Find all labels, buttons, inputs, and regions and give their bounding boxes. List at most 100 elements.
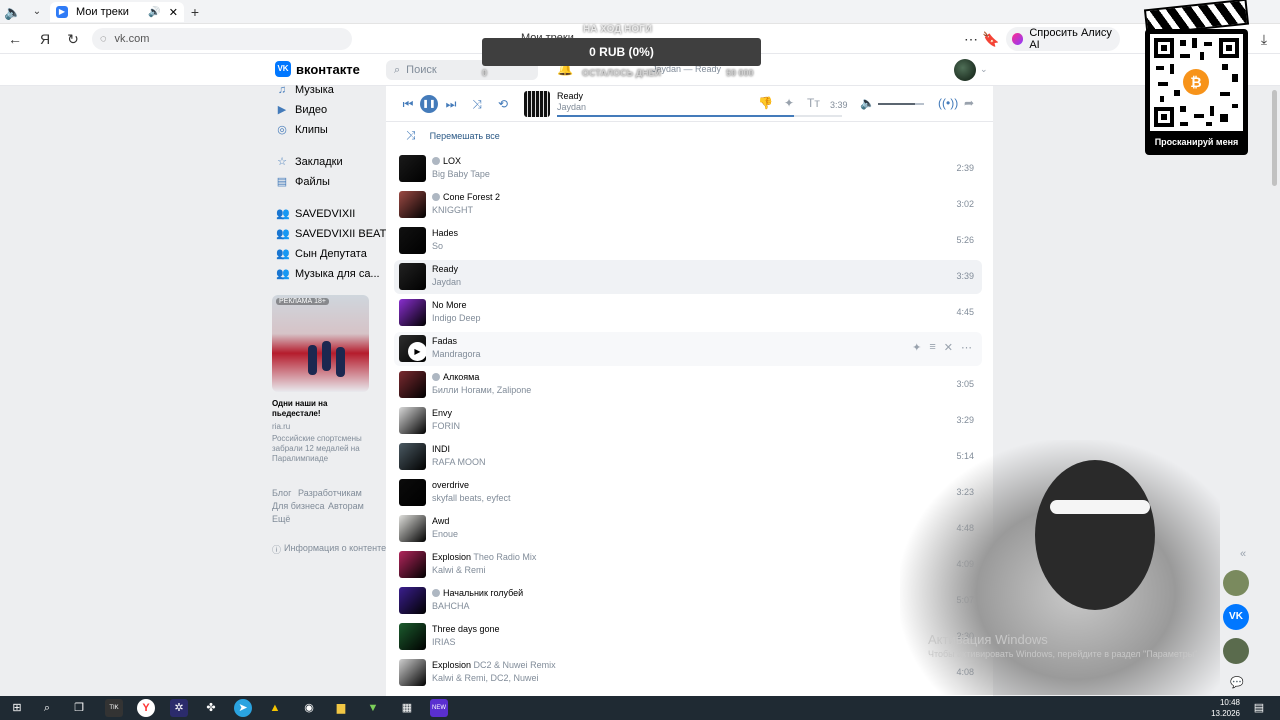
footer-link-more[interactable]: Ещё: [272, 514, 290, 524]
back-icon[interactable]: ←: [6, 30, 24, 48]
now-playing-artist[interactable]: Jaydan: [557, 102, 586, 112]
content-info-link[interactable]: Информация о контенте: [284, 543, 386, 553]
more-icon[interactable]: ⋯: [961, 341, 972, 354]
track-title[interactable]: Envy: [432, 408, 452, 418]
previous-icon[interactable]: ⏮: [400, 96, 416, 112]
track-cover[interactable]: [399, 407, 426, 434]
page-scrollbar[interactable]: [1272, 90, 1277, 186]
sidebar-item[interactable]: 👥 SAVEDVIXII BEATZ: [276, 228, 393, 240]
track-title[interactable]: Cone Forest 2: [443, 192, 500, 202]
progress-bar[interactable]: [557, 115, 842, 117]
track-cover[interactable]: [399, 623, 426, 650]
track-artist[interactable]: Mandragora: [432, 349, 481, 359]
track-row[interactable]: No More Indigo Deep 4:45: [394, 296, 982, 330]
track-row[interactable]: Envy FORIN 3:29: [394, 404, 982, 438]
more-icon[interactable]: ⋯: [962, 30, 980, 48]
now-playing-cover[interactable]: [524, 91, 550, 117]
track-artist[interactable]: skyfall beats, eyfect: [432, 493, 511, 503]
track-cover[interactable]: [399, 371, 426, 398]
ad-title[interactable]: Одни наши на пьедестале!: [272, 399, 369, 419]
fl-studio-icon[interactable]: ✲: [170, 699, 188, 717]
volume-slider[interactable]: [878, 103, 924, 105]
track-row[interactable]: Explosion Theo Radio MixKalwi & Remi4:09: [394, 548, 982, 582]
track-cover[interactable]: [399, 443, 426, 470]
search-icon[interactable]: ⌕: [38, 699, 56, 717]
track-artist[interactable]: So: [432, 241, 443, 251]
track-cover[interactable]: [399, 299, 426, 326]
track-artist[interactable]: Kalwi & Remi: [432, 565, 486, 575]
track-title[interactable]: LOX: [443, 156, 461, 166]
track-row[interactable]: ▶ Fadas Mandragora ✦ ≡ ✕ ⋯: [394, 332, 982, 366]
track-row[interactable]: overdriveskyfall beats, eyfect3:23: [394, 476, 982, 510]
track-title[interactable]: Three days gone: [432, 624, 500, 634]
chat-avatar[interactable]: [1223, 570, 1249, 596]
track-row[interactable]: Ready Jaydan 3:39: [394, 260, 982, 294]
track-title[interactable]: Алкояма: [443, 372, 479, 382]
track-artist[interactable]: Билли Ногами, Zalipone: [432, 385, 531, 395]
warning-app-icon[interactable]: ▲: [266, 699, 284, 717]
track-row[interactable]: Начальник голубейBAHCHA5:07: [394, 584, 982, 618]
shuffle-all-button[interactable]: ⤨ Перемешать все: [406, 128, 500, 143]
track-title[interactable]: Ready: [432, 264, 458, 274]
footer-link-developers[interactable]: Разработчикам: [298, 488, 362, 498]
bookmark-icon[interactable]: 🔖: [982, 30, 1000, 48]
sidebar-item[interactable]: ◎ Клипы: [276, 124, 328, 136]
track-row[interactable]: Three days goneIRIAS2:30: [394, 620, 982, 654]
track-title[interactable]: Explosion: [432, 552, 471, 562]
ad-source[interactable]: ria.ru: [272, 422, 290, 431]
track-artist[interactable]: KNIGGHT: [432, 205, 473, 215]
avatar[interactable]: [954, 59, 976, 81]
yandex-browser-icon[interactable]: Y: [137, 699, 155, 717]
sparkle-icon[interactable]: ✦: [912, 341, 921, 354]
speaker-icon[interactable]: 🔊: [148, 7, 160, 18]
sidebar-item[interactable]: ☆ Закладки: [276, 156, 343, 168]
now-playing-title[interactable]: Ready: [557, 91, 583, 101]
chevron-down-icon[interactable]: ⌄: [28, 3, 46, 21]
dislike-icon[interactable]: 👎: [758, 96, 773, 110]
shuffle-icon[interactable]: ⤨: [469, 96, 485, 112]
chevron-down-icon[interactable]: ⌄: [980, 64, 988, 75]
track-cover[interactable]: ▶: [399, 335, 426, 362]
track-artist[interactable]: Jaydan: [432, 277, 461, 287]
track-row[interactable]: Cone Forest 2 KNIGGHT 3:02: [394, 188, 982, 222]
add-to-queue-icon[interactable]: ≡: [929, 341, 935, 354]
app-icon[interactable]: NEW: [430, 699, 448, 717]
collapse-icon[interactable]: «: [1240, 548, 1246, 560]
track-cover[interactable]: [399, 263, 426, 290]
folder-icon[interactable]: ▆: [332, 699, 350, 717]
download-icon[interactable]: ⤓: [1255, 30, 1273, 48]
obs-icon[interactable]: ◉: [300, 699, 318, 717]
track-row[interactable]: Explosion DC2 & Nuwei Remix Kalwi & Remi,…: [394, 656, 982, 690]
track-title[interactable]: Explosion: [432, 660, 471, 670]
track-cover[interactable]: [399, 515, 426, 542]
track-title[interactable]: Начальник голубей: [443, 588, 523, 598]
app-icon[interactable]: TIK: [105, 699, 123, 717]
vim-icon[interactable]: ▼: [364, 699, 382, 717]
reload-icon[interactable]: ↻: [64, 30, 82, 48]
chat-bubble-icon[interactable]: 💬: [1230, 676, 1244, 689]
track-cover[interactable]: [399, 479, 426, 506]
track-artist[interactable]: Big Baby Tape: [432, 169, 490, 179]
track-cover[interactable]: [399, 155, 426, 182]
tab-my-tracks[interactable]: ▶ Мои треки 🔊 ✕: [50, 2, 184, 22]
sidebar-item[interactable]: ▤ Файлы: [276, 176, 330, 188]
taskbar-clock[interactable]: 10:48 13.2026: [1211, 697, 1240, 719]
track-cover[interactable]: [399, 191, 426, 218]
track-title[interactable]: No More: [432, 300, 467, 310]
track-artist[interactable]: Kalwi & Remi, DC2, Nuwei: [432, 673, 539, 683]
yandex-icon[interactable]: Я: [36, 30, 54, 48]
volume-icon[interactable]: 🔈: [860, 96, 875, 110]
track-cover[interactable]: [399, 227, 426, 254]
repeat-icon[interactable]: ⟲: [495, 96, 511, 112]
lyrics-icon[interactable]: Tт: [807, 96, 820, 110]
track-artist[interactable]: RAFA MOON: [432, 457, 486, 467]
track-cover[interactable]: [399, 551, 426, 578]
app-icon[interactable]: ▦: [398, 699, 416, 717]
broadcast-icon[interactable]: ((•)): [938, 96, 958, 110]
share-icon[interactable]: ➦: [964, 96, 974, 110]
track-row[interactable]: Hades So 5:26: [394, 224, 982, 258]
vk-logo[interactable]: VK вконтакте: [275, 61, 360, 77]
vk-messenger-icon[interactable]: VK: [1223, 604, 1249, 630]
track-title[interactable]: overdrive: [432, 480, 469, 490]
track-cover[interactable]: [399, 659, 426, 686]
